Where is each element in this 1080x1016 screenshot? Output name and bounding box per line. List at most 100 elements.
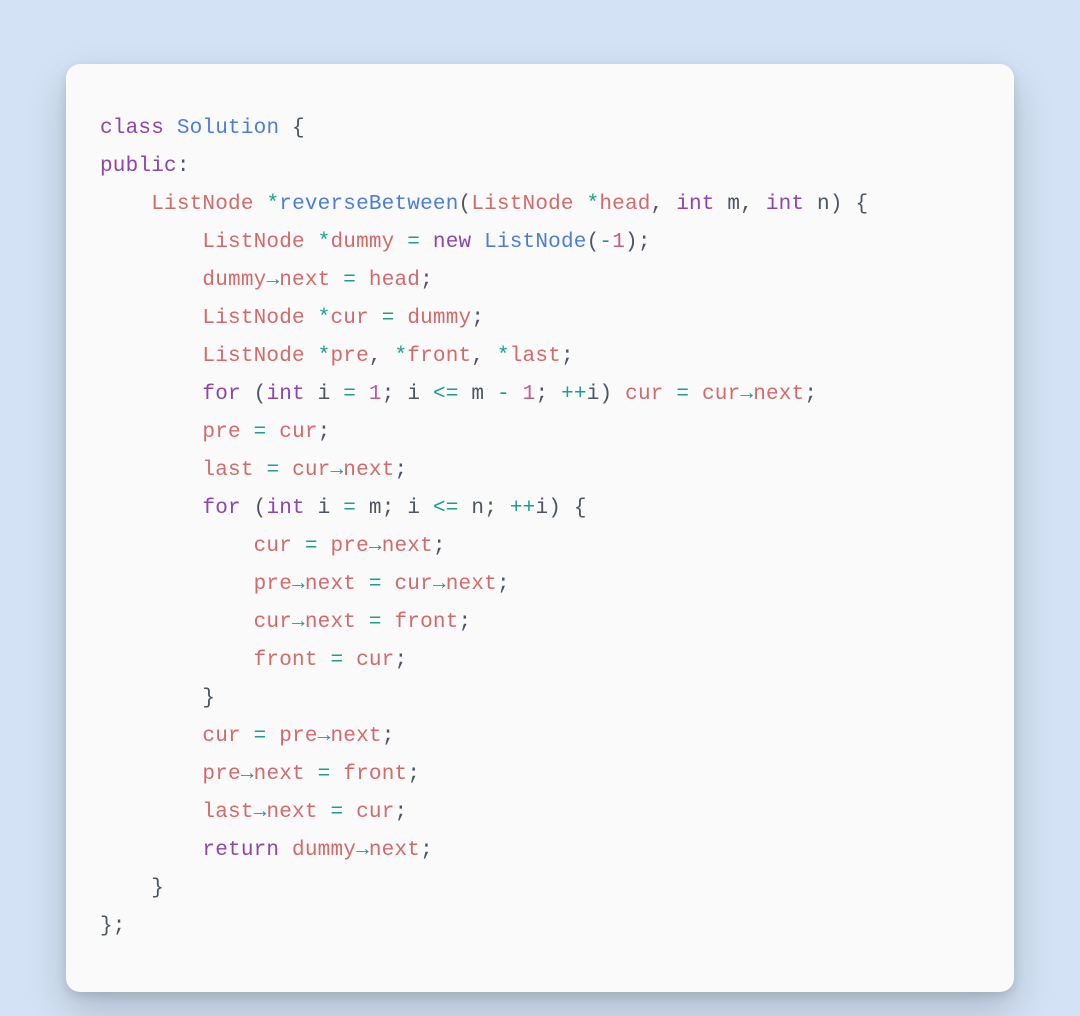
- member-next: next: [266, 801, 317, 824]
- op-preinc: ++: [561, 383, 587, 406]
- space: [459, 497, 472, 520]
- arrow-icon: →: [292, 611, 305, 634]
- space: [318, 649, 331, 672]
- var-i: i: [318, 383, 331, 406]
- op-minus: -: [497, 383, 510, 406]
- code-line: ListNode *pre, *front, *last;: [100, 345, 574, 368]
- space: [356, 269, 369, 292]
- member-next: next: [279, 269, 330, 292]
- brace-open: {: [843, 193, 869, 216]
- space: [330, 763, 343, 786]
- semi: ;: [471, 307, 484, 330]
- space: [459, 383, 472, 406]
- eq: =: [407, 231, 420, 254]
- star: *: [318, 307, 331, 330]
- indent: [100, 687, 202, 710]
- var-pre: pre: [279, 725, 317, 748]
- kw-class: class: [100, 117, 164, 140]
- class-name: Solution: [177, 117, 279, 140]
- arrow-icon: →: [318, 725, 331, 748]
- space: [292, 535, 305, 558]
- space: [305, 231, 318, 254]
- comma: ,: [651, 193, 677, 216]
- space: [305, 345, 318, 368]
- space: [574, 193, 587, 216]
- indent: [100, 383, 202, 406]
- arrow-icon: →: [292, 573, 305, 596]
- space: [471, 231, 484, 254]
- eq: =: [330, 649, 343, 672]
- var-i: i: [318, 497, 331, 520]
- var-front: front: [395, 611, 459, 634]
- brace-close: }: [202, 687, 215, 710]
- semi: ;: [382, 497, 395, 520]
- member-next: next: [305, 573, 356, 596]
- space: [241, 725, 254, 748]
- kw-for: for: [202, 383, 240, 406]
- op-preinc: ++: [510, 497, 536, 520]
- space: [664, 383, 677, 406]
- star: *: [318, 231, 331, 254]
- space: [356, 497, 369, 520]
- rparen: ): [548, 497, 561, 520]
- lparen: (: [587, 231, 600, 254]
- member-next: next: [254, 763, 305, 786]
- code-line: public:: [100, 155, 190, 178]
- type: ListNode: [202, 307, 304, 330]
- kw-int: int: [266, 497, 304, 520]
- eq: =: [266, 459, 279, 482]
- code-card: class Solution { public: ListNode *rever…: [66, 64, 1014, 992]
- code-line: }: [100, 687, 215, 710]
- eq: =: [305, 535, 318, 558]
- space: [241, 497, 254, 520]
- brace-close: }: [151, 877, 164, 900]
- var-cur: cur: [279, 421, 317, 444]
- var-cur: cur: [202, 725, 240, 748]
- indent: [100, 649, 254, 672]
- code-line: ListNode *cur = dummy;: [100, 307, 484, 330]
- comma: ,: [740, 193, 766, 216]
- lparen: (: [254, 497, 267, 520]
- space: [612, 383, 625, 406]
- space: [420, 497, 433, 520]
- indent: [100, 839, 202, 862]
- space: [266, 725, 279, 748]
- semi: ;: [484, 497, 497, 520]
- var-front: front: [254, 649, 318, 672]
- space: [395, 497, 408, 520]
- eq: =: [343, 497, 356, 520]
- member-next: next: [446, 573, 497, 596]
- indent: [100, 497, 202, 520]
- semi: ;: [459, 611, 472, 634]
- code-line: dummy→next = head;: [100, 269, 433, 292]
- var-pre: pre: [202, 421, 240, 444]
- var-dummy: dummy: [202, 269, 266, 292]
- member-next: next: [343, 459, 394, 482]
- space: [318, 801, 331, 824]
- colon: :: [177, 155, 190, 178]
- kw-return: return: [202, 839, 279, 862]
- space: [395, 383, 408, 406]
- num-one: 1: [612, 231, 625, 254]
- semi: ;: [804, 383, 817, 406]
- num-one: 1: [523, 383, 536, 406]
- var-m: m: [369, 497, 382, 520]
- code-line: cur = pre→next;: [100, 535, 446, 558]
- space: [318, 535, 331, 558]
- indent: [100, 421, 202, 444]
- semi: ;: [420, 269, 433, 292]
- space: [689, 383, 702, 406]
- brace-open: {: [561, 497, 587, 520]
- var-last: last: [202, 459, 253, 482]
- kw-int: int: [266, 383, 304, 406]
- eq: =: [254, 421, 267, 444]
- space: [305, 383, 318, 406]
- var-cur: cur: [356, 801, 394, 824]
- space: [356, 611, 369, 634]
- kw-int: int: [766, 193, 804, 216]
- var-cur: cur: [292, 459, 330, 482]
- space: [420, 231, 433, 254]
- lparen: (: [254, 383, 267, 406]
- indent: [100, 231, 202, 254]
- kw-new: new: [433, 231, 471, 254]
